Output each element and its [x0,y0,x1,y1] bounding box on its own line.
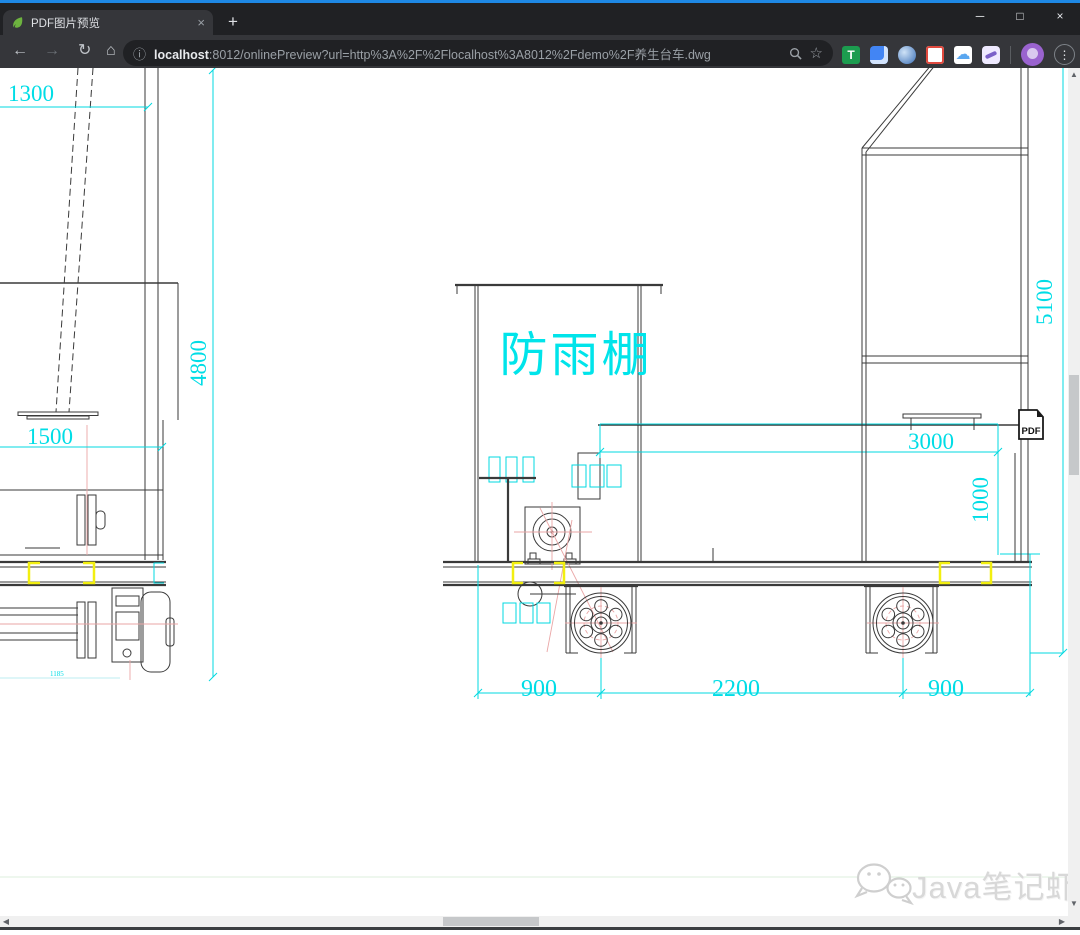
dim-900-left: 900 [521,676,557,702]
pdf-download-button[interactable]: PDF [1018,409,1044,440]
scroll-left-icon[interactable]: ◀ [0,917,12,926]
dim-2200: 2200 [712,676,760,702]
horizontal-scrollbar-thumb[interactable] [443,917,539,926]
pdf-badge-label: PDF [1022,426,1041,437]
home-icon[interactable]: ⌂ [106,43,116,59]
translate-extension-icon[interactable] [870,45,888,64]
browser-tab[interactable]: PDF图片预览 × [3,10,213,35]
scroll-right-icon[interactable]: ▶ [1056,917,1068,926]
new-tab-button[interactable]: + [228,12,238,32]
dim-1000: 1000 [968,477,993,523]
dim-3000: 3000 [908,429,954,454]
url-host: localhost [154,47,209,62]
spring-leaf-favicon [13,17,23,28]
tab-close-icon[interactable]: × [197,16,205,29]
scroll-up-icon[interactable]: ▲ [1068,70,1080,79]
url-path: :8012/onlinePreview?url=http%3A%2F%2Floc… [208,47,711,62]
cloud-extension-icon[interactable]: ☁ [954,45,972,64]
rain-shelter-label: 防雨棚 [499,329,652,382]
scrollbar-corner [1068,916,1080,927]
red-extension-icon[interactable] [926,45,944,64]
address-bar[interactable]: ⓘ localhost:8012/onlinePreview?url=http%… [123,40,833,66]
dim-900-right: 900 [928,676,964,702]
watermark: Java笔记虾 Java笔记虾 [0,863,1080,906]
tampermonkey-extension-icon[interactable]: T [842,45,860,64]
toolbar-separator [1010,45,1011,64]
forward-icon[interactable]: → [44,43,60,59]
browser-titlebar: PDF图片预览 × + ─ □ × [0,0,1080,35]
middle-view: 防雨棚 3000 1000 900 2200 900 [443,283,1040,702]
page-info-icon[interactable]: ⓘ [133,44,146,63]
wechat-icon [854,863,914,906]
watermark-text: Java笔记虾 [912,870,1077,905]
scroll-down-icon[interactable]: ▼ [1068,899,1080,908]
profile-avatar[interactable] [1021,43,1044,66]
minimize-button[interactable]: ─ [960,4,1000,28]
tab-title: PDF图片预览 [31,17,100,30]
zoom-icon[interactable] [789,47,802,60]
dim-4800: 4800 [186,340,211,386]
dim-small: 1185 [50,670,64,678]
bookmark-star-icon[interactable]: ☆ [810,44,823,62]
maximize-button[interactable]: □ [1000,4,1040,28]
page-content: 1300 4800 1500 1185 防雨棚 3000 1000 900 22… [0,63,1080,930]
dim-1500: 1500 [27,424,73,449]
blue-sphere-extension-icon[interactable] [898,45,916,64]
extensions-row: T ☁ ⋮ [842,43,1075,66]
window-controls: ─ □ × [960,4,1080,28]
dim-5100: 5100 [1032,279,1057,325]
back-icon[interactable]: ← [12,43,28,59]
vertical-scrollbar[interactable]: ▲ ▼ [1068,68,1080,916]
horizontal-scrollbar[interactable]: ◀ ▶ [0,916,1068,927]
browser-menu-icon[interactable]: ⋮ [1054,44,1075,65]
vertical-scrollbar-thumb[interactable] [1069,375,1079,475]
left-view: 1300 4800 1500 1185 [0,65,218,682]
right-view: 5100 [861,63,1068,658]
swallow-extension-icon[interactable] [982,45,1000,64]
reload-icon[interactable]: ↻ [78,43,91,59]
close-button[interactable]: × [1040,4,1080,28]
cad-drawing: 1300 4800 1500 1185 防雨棚 3000 1000 900 22… [0,63,1080,906]
dim-1300: 1300 [8,81,54,106]
